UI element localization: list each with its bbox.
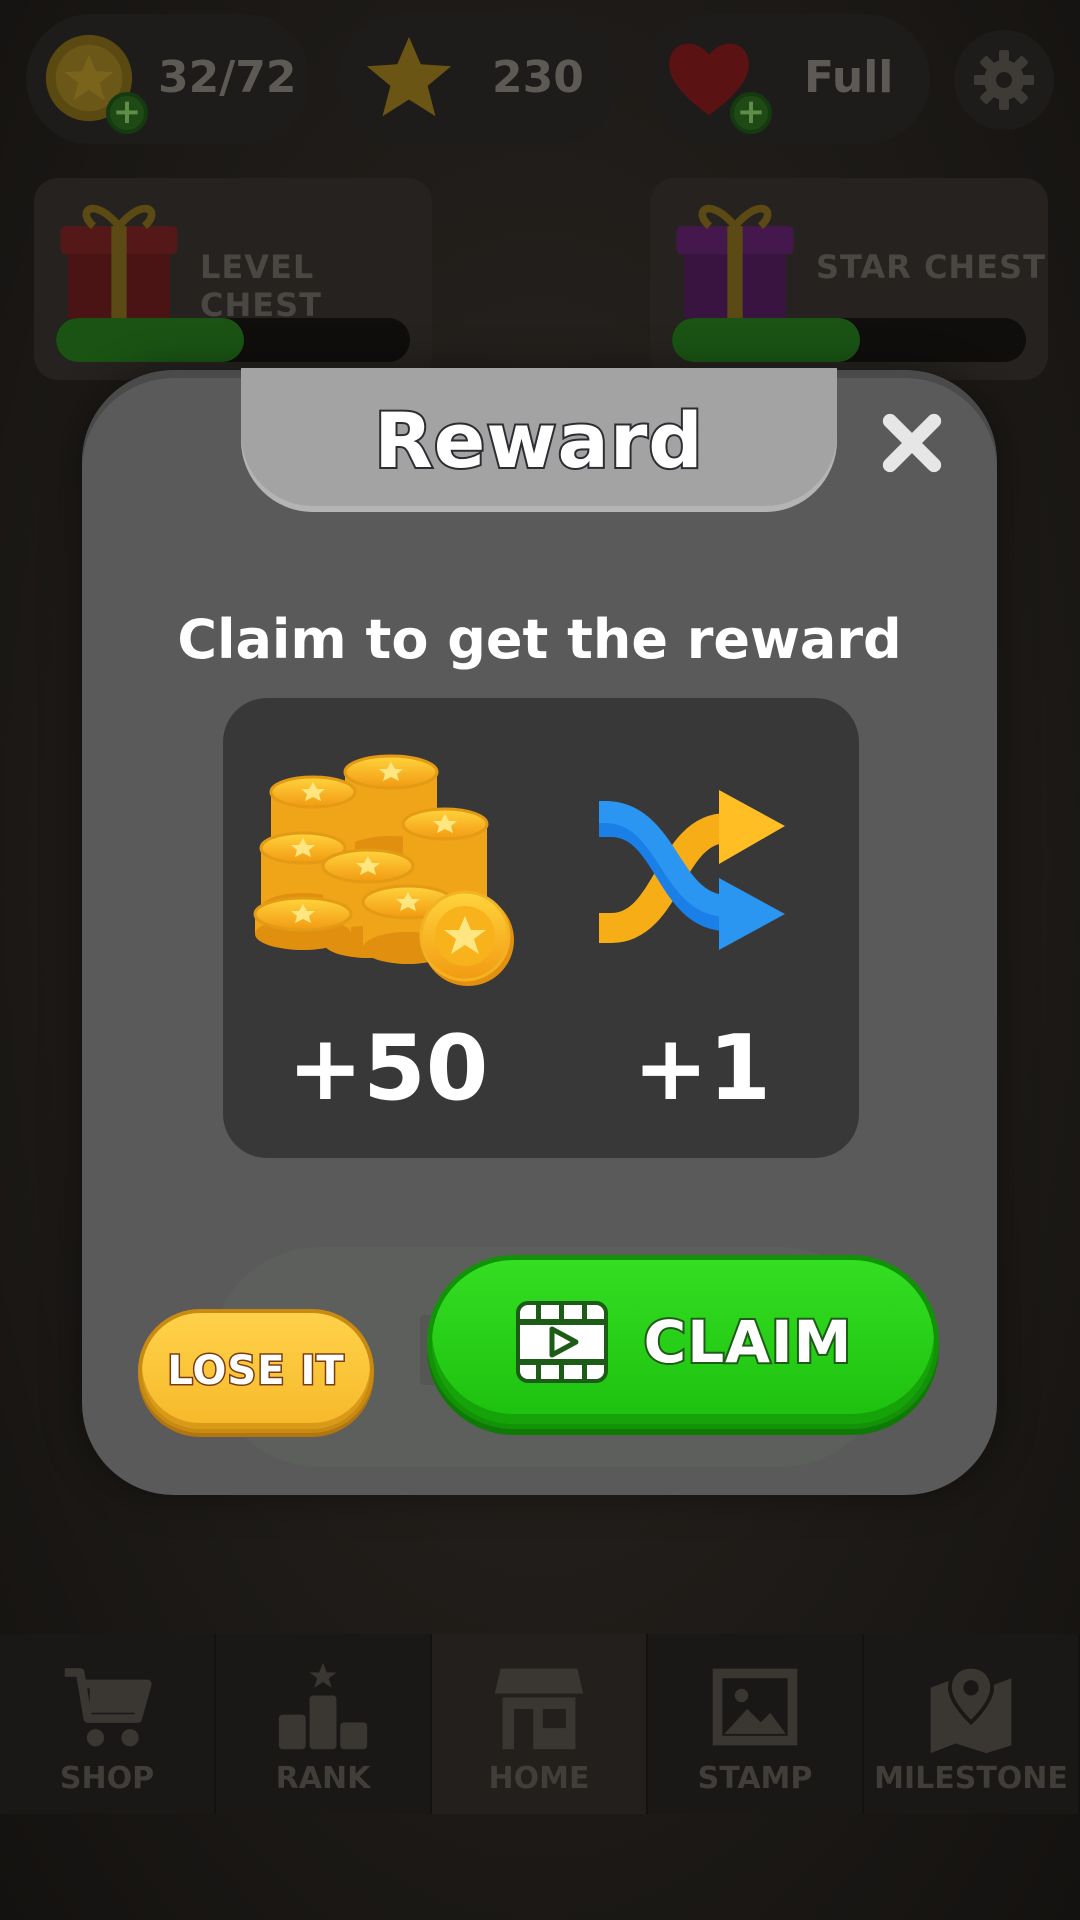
nav-shop-label: SHOP xyxy=(59,1761,155,1796)
close-icon[interactable] xyxy=(879,410,945,476)
shuffle-icon xyxy=(599,790,785,950)
nav-milestone[interactable]: MILESTONE xyxy=(864,1634,1080,1814)
nav-shop[interactable]: SHOP xyxy=(0,1634,216,1814)
claim-label: CLAIM xyxy=(642,1306,854,1378)
store-icon xyxy=(494,1668,584,1750)
claim-button[interactable]: CLAIM xyxy=(427,1255,939,1429)
level-chest[interactable]: LEVEL CHEST xyxy=(34,178,432,380)
level-chest-label: LEVEL CHEST xyxy=(200,248,322,324)
coin-counter[interactable]: + 32/72 xyxy=(26,14,310,144)
lose-it-label: LOSE IT xyxy=(166,1347,345,1396)
level-chest-progress xyxy=(56,318,410,362)
coin-stack-icon xyxy=(253,754,514,986)
reward-shuffle: +1 xyxy=(597,698,807,1158)
bottom-nav: SHOP RANK HOME STAMP MILESTONE xyxy=(0,1634,1080,1814)
gear-icon xyxy=(974,50,1034,110)
coin-count: 32/72 xyxy=(158,52,297,103)
star-chest[interactable]: STAR CHEST xyxy=(650,178,1048,380)
nav-stamp-label: STAMP xyxy=(697,1761,813,1796)
cart-icon xyxy=(64,1668,152,1747)
nav-milestone-label: MILESTONE xyxy=(874,1761,1068,1796)
modal-title: Reward xyxy=(372,394,704,487)
podium-icon xyxy=(278,1662,368,1750)
lives-status: Full xyxy=(804,52,894,103)
add-lives-icon[interactable]: + xyxy=(730,92,772,134)
star-chest-progress-fill xyxy=(672,318,860,362)
nav-rank-label: RANK xyxy=(275,1761,371,1796)
map-pin-icon xyxy=(930,1664,1012,1754)
star-count: 230 xyxy=(492,52,584,103)
shuffle-amount: +1 xyxy=(632,1016,772,1121)
add-coins-icon[interactable]: + xyxy=(106,92,148,134)
reward-coins: +50 xyxy=(253,698,523,1158)
lose-it-button[interactable]: LOSE IT xyxy=(138,1309,374,1433)
reward-modal: Reward Claim to get the reward +50 +1 LO… xyxy=(82,368,997,1495)
video-ad-icon xyxy=(515,1301,608,1383)
gift-icon xyxy=(60,204,178,323)
coins-amount: +50 xyxy=(287,1016,489,1121)
lives-counter[interactable]: + Full xyxy=(646,14,930,144)
star-chest-label: STAR CHEST xyxy=(816,248,1046,286)
modal-header: Reward xyxy=(241,368,837,512)
reward-panel: +50 +1 xyxy=(223,698,859,1158)
settings-button[interactable] xyxy=(954,30,1054,130)
star-counter: 230 xyxy=(336,14,620,144)
modal-subtitle: Claim to get the reward xyxy=(177,608,902,671)
nav-stamp[interactable]: STAMP xyxy=(648,1634,864,1814)
star-chest-progress xyxy=(672,318,1026,362)
nav-home-label: HOME xyxy=(488,1761,590,1796)
gift-icon xyxy=(676,204,794,323)
top-hud: + 32/72 230 + Full xyxy=(26,14,1054,144)
nav-rank[interactable]: RANK xyxy=(216,1634,432,1814)
level-chest-progress-fill xyxy=(56,318,244,362)
star-icon xyxy=(366,36,452,117)
stamp-icon xyxy=(712,1668,798,1746)
nav-home[interactable]: HOME xyxy=(432,1634,648,1814)
